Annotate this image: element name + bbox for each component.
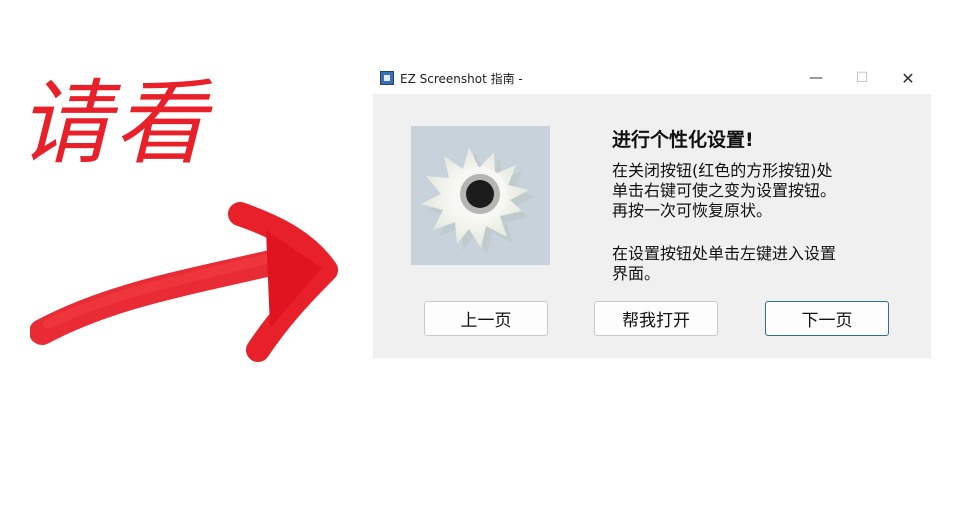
window-title: EZ Screenshot 指南 -	[400, 72, 523, 86]
guide-heading: 进行个性化设置!	[612, 129, 754, 151]
maximize-button[interactable]: ☐	[839, 62, 885, 94]
prev-page-button[interactable]: 上一页	[424, 301, 548, 336]
open-settings-button[interactable]: 帮我打开	[594, 301, 718, 336]
minimize-button[interactable]: —	[793, 62, 839, 94]
red-arrow-icon	[30, 202, 338, 362]
title-bar[interactable]: EZ Screenshot 指南 - — ☐ ✕	[373, 62, 931, 94]
guide-paragraph-1: 在关闭按钮(红色的方形按钮)处 单击右键可使之变为设置按钮。 再按一次可恢复原状…	[612, 161, 837, 220]
gear-illustration	[411, 126, 550, 265]
guide-paragraph-2: 在设置按钮处单击左键进入设置 界面。	[612, 244, 837, 283]
app-icon	[380, 71, 394, 85]
annotation-text: 请看	[18, 70, 211, 177]
guide-window: EZ Screenshot 指南 - — ☐ ✕ 进行个性化设置! 在关闭按钮(…	[373, 62, 931, 358]
dialog-content: 进行个性化设置! 在关闭按钮(红色的方形按钮)处 单击右键可使之变为设置按钮。 …	[373, 94, 931, 358]
next-page-button[interactable]: 下一页	[765, 301, 889, 336]
close-button[interactable]: ✕	[885, 62, 931, 94]
gear-icon	[421, 147, 535, 254]
